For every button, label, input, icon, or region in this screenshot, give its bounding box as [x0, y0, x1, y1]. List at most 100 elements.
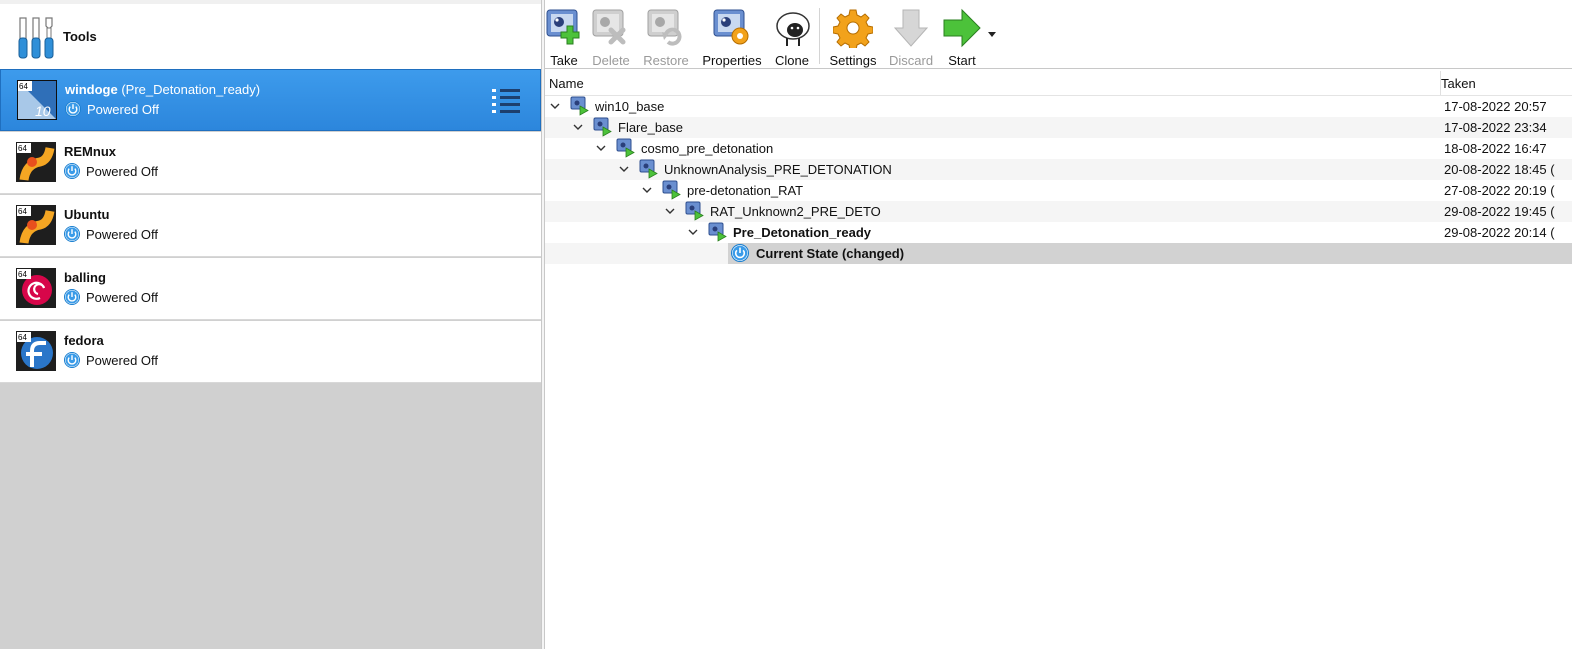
vm-item-windoge[interactable]: 64 10 windoge (Pre_Detonation_ready) Pow…: [0, 69, 541, 131]
properties-label: Properties: [702, 53, 762, 68]
vm-status: Powered Off: [64, 162, 158, 180]
snapshot-name: cosmo_pre_detonation: [641, 141, 774, 156]
snapshot-icon: [570, 96, 589, 116]
vm-status: Powered Off: [64, 288, 158, 306]
chevron-down-icon[interactable]: [642, 185, 652, 195]
vm-name: windoge: [65, 82, 118, 97]
chevron-down-icon[interactable]: [688, 227, 698, 237]
snapshot-tree-header: Name Taken: [545, 71, 1572, 96]
vm-item-fedora[interactable]: 64 fedora Powered Off: [0, 321, 541, 383]
windows10-64-icon: 64 10: [17, 80, 57, 120]
vm-name-row: fedora: [64, 333, 104, 348]
settings-gear-icon: [833, 9, 873, 48]
chevron-down-icon[interactable]: [619, 164, 629, 174]
machine-tools-menu-icon[interactable]: [491, 86, 521, 116]
vm-item-ubuntu[interactable]: 64 Ubuntu Powered Off: [0, 195, 541, 257]
snapshot-taken: 27-08-2022 20:19 (: [1444, 183, 1555, 198]
settings-button[interactable]: Settings: [828, 4, 878, 68]
vm-name: fedora: [64, 333, 104, 348]
fedora-64-icon: 64: [16, 331, 56, 371]
snapshot-row[interactable]: win10_base 17-08-2022 20:57: [545, 96, 1572, 117]
chevron-down-icon[interactable]: [550, 101, 560, 111]
os-badge-text: 64: [18, 333, 27, 342]
snapshot-taken: 17-08-2022 20:57: [1444, 99, 1547, 114]
os-badge-text: 64: [19, 82, 28, 91]
snapshot-taken: 18-08-2022 16:47: [1444, 141, 1547, 156]
restore-label: Restore: [643, 53, 689, 68]
snapshot-icon: [685, 201, 704, 221]
snapshot-name: UnknownAnalysis_PRE_DETONATION: [664, 162, 892, 177]
vm-name: Ubuntu: [64, 207, 110, 222]
vm-name-row: windoge (Pre_Detonation_ready): [65, 82, 260, 97]
vm-status-text: Powered Off: [86, 226, 159, 242]
restore-snapshot-icon: [647, 9, 682, 46]
clone-label: Clone: [775, 53, 809, 68]
snapshot-icon: [708, 222, 727, 242]
settings-label: Settings: [829, 53, 877, 68]
vm-name: balling: [64, 270, 106, 285]
vm-status-text: Powered Off: [86, 289, 159, 305]
snapshot-row[interactable]: pre-detonation_RAT 27-08-2022 20:19 (: [545, 180, 1572, 201]
take-button[interactable]: Take: [545, 4, 583, 68]
snapshot-row[interactable]: UnknownAnalysis_PRE_DETONATION 20-08-202…: [545, 159, 1572, 180]
chevron-down-icon[interactable]: [665, 206, 675, 216]
vm-item-remnux[interactable]: 64 REMnux Powered Off: [0, 132, 541, 194]
snapshots-pane: Take Delete Restore Properties Clone Set…: [545, 0, 1572, 649]
os-version-text: 10: [35, 103, 51, 119]
take-snapshot-icon: [546, 9, 580, 45]
column-header-name[interactable]: Name: [549, 76, 584, 91]
discard-arrow-icon: [893, 9, 929, 47]
vm-name-row: Ubuntu: [64, 207, 109, 222]
clone-button[interactable]: Clone: [773, 4, 811, 68]
snapshot-taken: 29-08-2022 20:14 (: [1444, 225, 1555, 240]
start-dropdown-icon[interactable]: [988, 32, 996, 38]
current-state-row[interactable]: Current State (changed): [545, 243, 1572, 264]
restore-button[interactable]: Restore: [643, 4, 689, 68]
column-header-taken[interactable]: Taken: [1441, 76, 1476, 91]
os-badge-text: 64: [18, 270, 27, 279]
vm-status: Powered Off: [64, 225, 158, 243]
snapshot-row[interactable]: Pre_Detonation_ready 29-08-2022 20:14 (: [545, 222, 1572, 243]
snapshot-icon: [662, 180, 681, 200]
snapshot-name: pre-detonation_RAT: [687, 183, 804, 198]
vm-item-balling[interactable]: 64 balling Powered Off: [0, 258, 541, 320]
snapshot-taken: 20-08-2022 18:45 (: [1444, 162, 1555, 177]
discard-button[interactable]: Discard: [889, 4, 933, 68]
snapshot-name: win10_base: [595, 99, 665, 114]
os-badge-text: 64: [18, 144, 27, 153]
delete-button[interactable]: Delete: [591, 4, 631, 68]
snapshot-row[interactable]: RAT_Unknown2_PRE_DETO 29-08-2022 19:45 (: [545, 201, 1572, 222]
vm-status-text: Powered Off: [86, 352, 159, 368]
start-button[interactable]: Start: [941, 4, 983, 68]
vm-name-row: REMnux: [64, 144, 116, 159]
snapshot-toolbar: Take Delete Restore Properties Clone Set…: [545, 4, 1572, 69]
power-off-icon: [731, 244, 749, 262]
snapshot-taken: 29-08-2022 19:45 (: [1444, 204, 1555, 219]
vm-name: REMnux: [64, 144, 116, 159]
power-off-icon: [64, 289, 80, 305]
tools-label: Tools: [63, 29, 97, 44]
vm-snapshot-name: (Pre_Detonation_ready): [121, 82, 261, 97]
chevron-down-icon[interactable]: [596, 143, 606, 153]
power-off-icon: [64, 352, 80, 368]
debian-64-icon: 64: [16, 268, 56, 308]
clone-sheep-icon: [776, 12, 810, 46]
snapshot-icon: [639, 159, 658, 179]
snapshot-icon: [616, 138, 635, 158]
tools-item[interactable]: Tools: [0, 0, 541, 69]
chevron-down-icon[interactable]: [573, 122, 583, 132]
properties-button[interactable]: Properties: [701, 4, 763, 68]
vm-name-row: balling: [64, 270, 106, 285]
snapshot-row[interactable]: cosmo_pre_detonation 18-08-2022 16:47: [545, 138, 1572, 159]
delete-label: Delete: [592, 53, 630, 68]
tools-icon: [18, 17, 54, 59]
power-off-icon: [65, 101, 81, 117]
start-label: Start: [948, 53, 976, 68]
current-state-label: Current State (changed): [756, 246, 905, 261]
vm-status-text: Powered Off: [87, 101, 160, 117]
delete-snapshot-icon: [592, 9, 626, 45]
snapshot-name: Flare_base: [618, 120, 684, 135]
snapshot-taken: 17-08-2022 23:34: [1444, 120, 1547, 135]
snapshot-row[interactable]: Flare_base 17-08-2022 23:34: [545, 117, 1572, 138]
start-arrow-icon: [943, 8, 981, 48]
